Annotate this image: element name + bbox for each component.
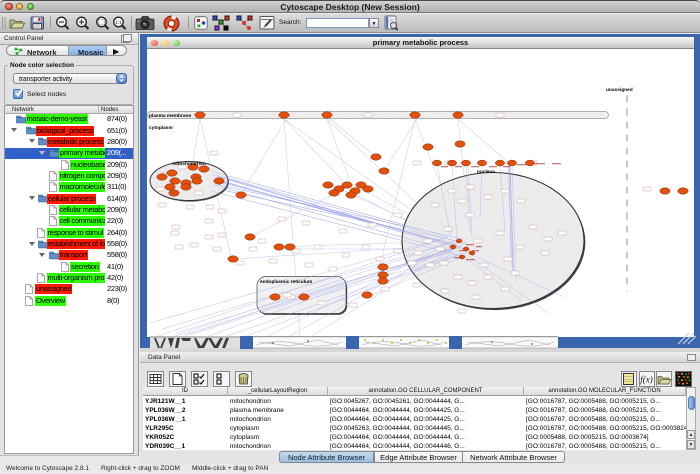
svg-text:nucleus: nucleus	[477, 169, 495, 175]
svg-text:mitochondrion: mitochondrion	[172, 161, 206, 167]
svg-text:endoplasmic reticulum: endoplasmic reticulum	[260, 279, 312, 285]
svg-text:f(x): f(x)	[640, 375, 653, 385]
svg-text:unassigned: unassigned	[606, 87, 633, 93]
svg-text:plasma membrane: plasma membrane	[149, 113, 191, 119]
svg-text:cytoplasm: cytoplasm	[149, 125, 173, 131]
svg-text:1:1: 1:1	[115, 20, 122, 25]
